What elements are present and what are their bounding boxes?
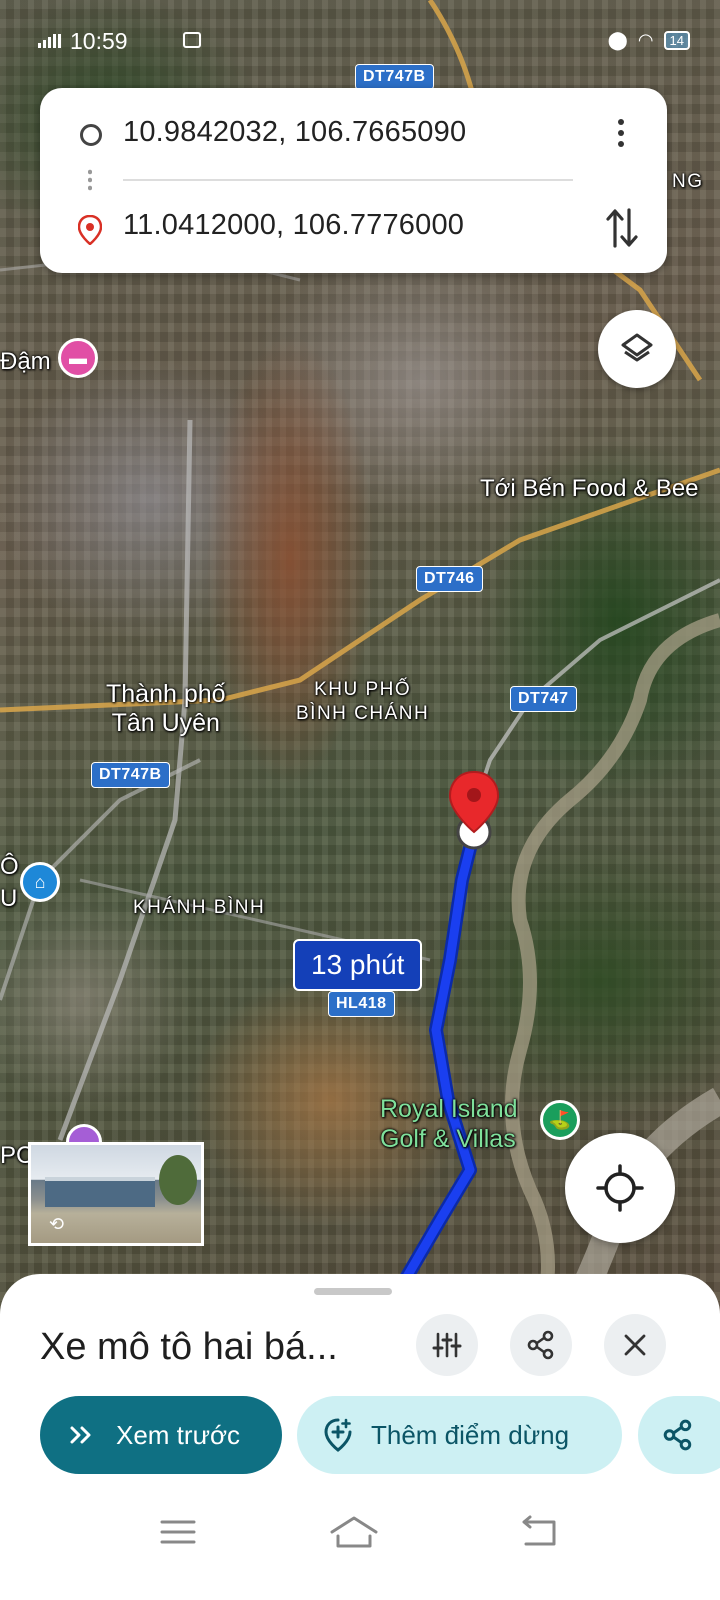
status-bar: 10:59 ⬤ ◠ 14 (38, 26, 690, 58)
sheet-drag-handle[interactable] (314, 1288, 392, 1295)
map-layers-button[interactable] (598, 310, 676, 388)
share-icon (527, 1330, 554, 1360)
travel-mode-title: Xe mô tô hai bá... (40, 1326, 338, 1368)
edge-label-u: U (0, 885, 18, 912)
area-label-khanh-binh: KHÁNH BÌNH (133, 897, 266, 918)
origin-circle-icon (80, 124, 102, 146)
my-location-button[interactable] (565, 1133, 675, 1243)
road-shield-hl418: HL418 (328, 991, 395, 1017)
road-shield-dt747b-top: DT747B (355, 64, 434, 90)
location-status-icon: ⬤ (607, 30, 628, 50)
menu-icon[interactable] (156, 1514, 200, 1550)
route-card: 10.9842032, 106.7665090 11.0412000, 106.… (40, 88, 667, 273)
edge-label-o: Ô (0, 853, 19, 880)
poi-label-royal-island-golf[interactable]: Royal Island Golf & Villas (380, 1094, 518, 1154)
destination-field[interactable]: 11.0412000, 106.7776000 (123, 209, 464, 242)
edge-label-ng: NG (672, 171, 704, 192)
share-directions-button[interactable] (638, 1396, 720, 1474)
notification-icon (183, 32, 201, 48)
preview-button[interactable]: Xem trước (40, 1396, 282, 1474)
tune-icon (432, 1332, 462, 1358)
street-view-building (45, 1177, 155, 1207)
add-stop-label: Thêm điểm dừng (371, 1419, 570, 1450)
route-options-button[interactable] (416, 1314, 478, 1376)
route-duration-badge[interactable]: 13 phút (293, 939, 423, 991)
layers-icon (621, 333, 653, 362)
destination-pin-small-icon (78, 215, 102, 245)
street-view-thumbnail[interactable]: ⟲ (28, 1142, 204, 1246)
add-stop-button[interactable]: Thêm điểm dừng (297, 1396, 622, 1474)
home-icon[interactable] (328, 1514, 380, 1550)
destination-pin-icon[interactable] (446, 770, 504, 860)
preview-label: Xem trước (116, 1419, 241, 1450)
golf-poi-icon[interactable]: ⛳ (540, 1100, 580, 1140)
signal-icon (38, 34, 61, 48)
origin-field[interactable]: 10.9842032, 106.7665090 (123, 116, 466, 149)
battery-icon: 14 (663, 31, 690, 50)
route-line (390, 835, 477, 1320)
area-label-binh-chanh: KHU PHỐ BÌNH CHÁNH (296, 679, 430, 724)
share-directions-icon (663, 1419, 692, 1451)
crosshair-icon (596, 1164, 644, 1212)
back-icon[interactable] (516, 1514, 560, 1550)
system-navigation-bar (0, 1494, 720, 1600)
poi-label-toi-ben[interactable]: Tới Bến Food & Bee (480, 475, 699, 503)
road-shield-dt747b-left: DT747B (91, 762, 170, 788)
more-options-icon[interactable] (611, 116, 631, 152)
city-label-tan-uyen: Thành phố Tân Uyên (106, 680, 226, 737)
poi-label-dam[interactable]: Đậm (0, 348, 51, 376)
share-button[interactable] (510, 1314, 572, 1376)
shopping-poi-icon[interactable]: ⌂ (20, 862, 60, 902)
wifi-icon: ◠ (637, 30, 654, 50)
road-shield-dt747: DT747 (510, 686, 577, 712)
route-dots-connector (88, 168, 92, 192)
status-icons: ⬤ ◠ 14 (608, 30, 690, 51)
route-divider (123, 179, 573, 181)
hotel-poi-icon[interactable]: ▬ (58, 338, 98, 378)
close-button[interactable] (604, 1314, 666, 1376)
road-shield-dt746: DT746 (416, 566, 483, 592)
street-view-tree (159, 1155, 197, 1205)
close-icon (624, 1334, 646, 1356)
street-view-360-icon: ⟲ (49, 1214, 65, 1234)
double-chevron-icon (70, 1426, 91, 1444)
add-location-icon (324, 1418, 352, 1452)
swap-direction-icon[interactable] (605, 206, 639, 250)
status-time: 10:59 (70, 28, 128, 54)
